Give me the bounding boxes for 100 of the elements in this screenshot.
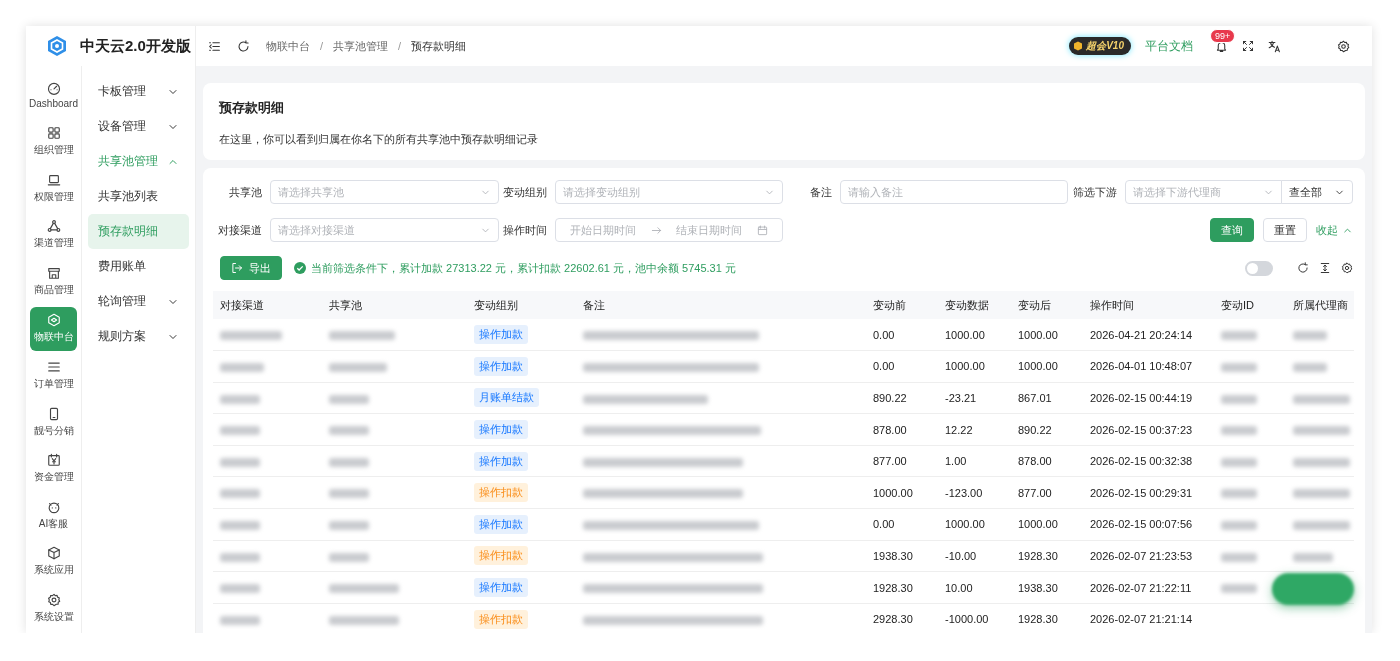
- blurred-text: [329, 394, 369, 404]
- table-cell: -23.21: [938, 382, 1011, 414]
- select-field[interactable]: 查全部: [1281, 180, 1353, 204]
- group-tag: 操作扣款: [474, 483, 528, 503]
- submenu-group[interactable]: 设备管理: [88, 109, 189, 144]
- nav-rail-item[interactable]: 靓号分销: [30, 401, 77, 444]
- table-cell: 1000.00: [1011, 508, 1083, 541]
- blurred-text: [329, 552, 369, 562]
- blurred-text: [1293, 363, 1327, 372]
- table-cell: 2026-02-15 00:29:31: [1083, 476, 1214, 509]
- table-cell: 2026-02-15 00:44:19: [1083, 382, 1214, 414]
- table-cell: -123.00: [938, 476, 1011, 509]
- fullscreen-icon[interactable]: [1242, 40, 1254, 52]
- table-cell: 2026-04-01 10:48:07: [1083, 350, 1214, 383]
- blurred-text: [220, 426, 260, 436]
- table-cell: -10.00: [938, 540, 1011, 572]
- logo-icon: [46, 35, 68, 57]
- column-header: 变动前: [866, 291, 938, 319]
- table-cell: 878.00: [866, 413, 938, 446]
- table-cell: 1928.30: [1011, 540, 1083, 572]
- filter-label: 对接渠道: [217, 222, 263, 238]
- submenu-group[interactable]: 轮询管理: [88, 284, 189, 319]
- toggle-switch[interactable]: [1245, 260, 1273, 276]
- submenu-item[interactable]: 共享池列表: [88, 179, 189, 214]
- group-tag: 操作加款: [474, 420, 528, 440]
- docs-link[interactable]: 平台文档: [1145, 37, 1193, 55]
- nav-rail-item[interactable]: Dashboard: [30, 74, 77, 117]
- check-circle-icon: [294, 262, 306, 274]
- group-tag: 操作加款: [474, 451, 528, 471]
- table-cell: 0.00: [866, 350, 938, 383]
- robot-icon: [46, 499, 61, 514]
- filter-label: 筛选下游: [1072, 184, 1118, 200]
- table-cell: 0.00: [866, 319, 938, 351]
- blurred-text: [1221, 394, 1257, 404]
- gauge-icon: [46, 81, 61, 96]
- breadcrumb-separator: /: [320, 40, 324, 52]
- table-cell: 2026-02-07 21:22:11: [1083, 571, 1214, 604]
- nav-rail-item[interactable]: 系统设置: [30, 587, 77, 630]
- blurred-text: [1293, 331, 1327, 341]
- blurred-text: [1221, 331, 1257, 341]
- floating-button[interactable]: [1272, 573, 1354, 605]
- table-cell: 890.22: [866, 382, 938, 414]
- submenu-group[interactable]: 规则方案: [88, 319, 189, 354]
- group-tag: 操作加款: [474, 356, 528, 376]
- nav-rail-item[interactable]: AI客服: [30, 494, 77, 537]
- table-cell: -1000.00: [938, 603, 1011, 633]
- menu-fold-icon[interactable]: [208, 39, 221, 53]
- table-cell: 1938.30: [1011, 571, 1083, 604]
- blurred-text: [1221, 426, 1257, 436]
- blurred-text: [1221, 457, 1257, 467]
- calendar-icon: [756, 224, 768, 236]
- column-header: 操作时间: [1083, 291, 1214, 319]
- nav-rail-item[interactable]: 系统应用: [30, 540, 77, 583]
- medal-icon: [1073, 41, 1084, 51]
- nav-rail-item[interactable]: 组织管理: [30, 120, 77, 163]
- translate-icon[interactable]: [1268, 39, 1281, 53]
- blurred-text: [220, 552, 260, 562]
- submenu-group[interactable]: 卡板管理: [88, 74, 189, 109]
- submenu-item[interactable]: 费用账单: [88, 249, 189, 284]
- nav-rail-item[interactable]: 资金管理: [30, 447, 77, 490]
- network-icon: [46, 219, 61, 234]
- notification-badge: 99+: [1210, 28, 1236, 43]
- row-height-icon[interactable]: [1319, 262, 1331, 274]
- table-cell: 1928.30: [1011, 603, 1083, 633]
- blurred-text: [1293, 426, 1350, 436]
- blurred-text: [329, 584, 399, 594]
- refresh-icon[interactable]: [237, 39, 250, 53]
- collapse-link[interactable]: 收起: [1316, 222, 1353, 238]
- settings-icon[interactable]: [1337, 39, 1350, 53]
- table-cell: 877.00: [866, 445, 938, 477]
- refresh-icon[interactable]: [1297, 262, 1309, 274]
- nav-rail-item[interactable]: 渠道管理: [30, 213, 77, 256]
- blurred-text: [329, 331, 395, 341]
- table-cell: 2026-02-15 00:37:23: [1083, 413, 1214, 446]
- blurred-text: [1293, 457, 1350, 467]
- submenu-group[interactable]: 共享池管理: [88, 144, 189, 179]
- blurred-text: [220, 520, 260, 530]
- table-cell: 10.00: [938, 571, 1011, 604]
- group-tag: 操作扣款: [474, 546, 528, 566]
- table-cell: 1000.00: [1011, 319, 1083, 351]
- nav-rail-item[interactable]: 订单管理: [30, 354, 77, 397]
- table-cell: 2026-02-15 00:07:56: [1083, 508, 1214, 541]
- brand-name: 中天云2.0开发版: [80, 36, 191, 56]
- blurred-text: [220, 615, 260, 625]
- filter-label: 变动组别: [502, 184, 548, 200]
- reset-button[interactable]: 重置: [1263, 218, 1307, 242]
- settings-icon: [46, 592, 61, 607]
- blurred-text: [220, 363, 264, 372]
- column-header: 对接渠道: [213, 291, 322, 319]
- column-header: 变动后: [1011, 291, 1083, 319]
- filter-label: 操作时间: [502, 222, 548, 238]
- vip-badge[interactable]: 超会V10: [1069, 37, 1131, 55]
- settings-icon[interactable]: [1341, 262, 1353, 274]
- nav-rail-item[interactable]: 权限管理: [30, 167, 77, 210]
- breadcrumb-item[interactable]: 共享池管理: [333, 38, 389, 54]
- nav-rail-item[interactable]: 商品管理: [30, 260, 77, 303]
- page-title: 预存款明细: [219, 99, 285, 117]
- filter-label: 备注: [809, 184, 833, 200]
- breadcrumb-item[interactable]: 物联中台: [266, 38, 310, 54]
- grid-icon: [46, 126, 61, 141]
